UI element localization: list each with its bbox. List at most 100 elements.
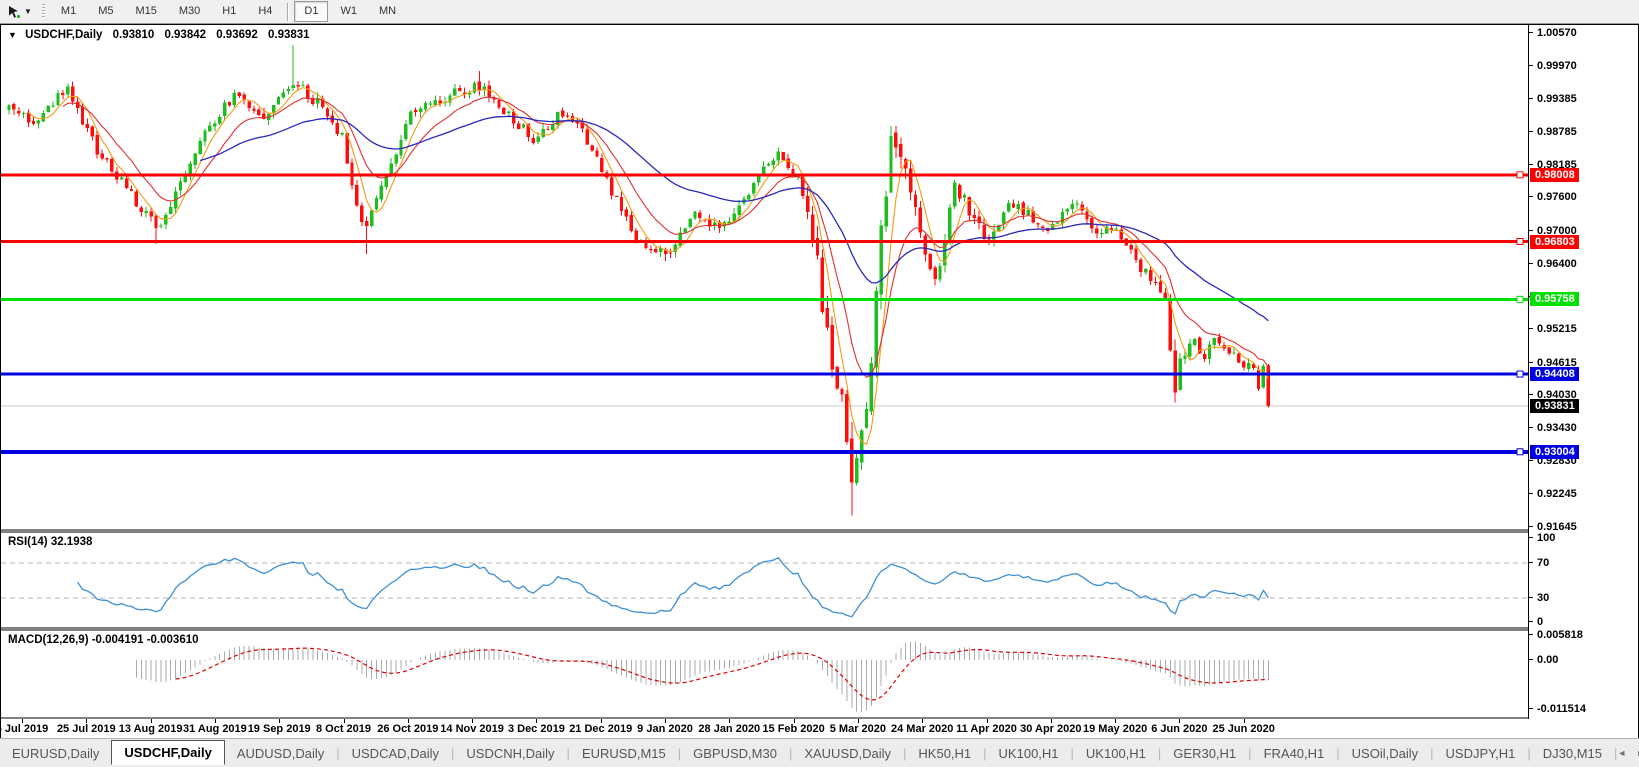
tab-scroll-arrows: ◄► — [1617, 748, 1639, 758]
line-anchor-square — [1516, 370, 1524, 378]
time-axis-tick-label: 8 Oct 2019 — [315, 723, 372, 735]
ohlc-close: 0.93831 — [268, 29, 310, 41]
time-axis[interactable]: 6 Jul 2019 25 Jul 2019 13 Aug 2019 31 Aug 2… — [0, 719, 1528, 738]
time-axis-tick-label: 14 Nov 2019 — [440, 723, 504, 735]
chart-tab-xauusd-daily[interactable]: XAUUSD,Daily — [792, 742, 903, 765]
macd-axis-tick: 0.005818 — [1529, 629, 1638, 641]
chart-tab-dj30-m15[interactable]: DJ30,M15 — [1531, 742, 1614, 765]
bull-candle-wicks — [8, 45, 1264, 486]
time-axis-tick-label: 26 Oct 2019 — [377, 723, 439, 735]
chart-tab-gbpusd-m30[interactable]: GBPUSD,M30 — [681, 742, 789, 765]
time-axis-tick-label: 6 Jul 2019 — [0, 723, 49, 735]
tick-mark — [1529, 196, 1533, 198]
ohlc-open: 0.93810 — [112, 29, 155, 41]
tick-mark — [1529, 164, 1533, 165]
rsi-indicator-label: RSI(14) 32.1938 — [8, 536, 93, 548]
chart-tab-usdjpy-h1[interactable]: USDJPY,H1 — [1434, 742, 1528, 765]
timeframe-button-w1[interactable]: W1 — [330, 1, 367, 22]
chart-tab-usdcad-daily[interactable]: USDCAD,Daily — [340, 742, 451, 765]
chart-tab-hk50-h1[interactable]: HK50,H1 — [906, 742, 983, 765]
rsi-axis-tick: 30 — [1529, 592, 1638, 604]
rsi-axis-tick-label: 0 — [1537, 616, 1544, 628]
price-axis-tick: 0.93430 — [1529, 422, 1638, 434]
chart-tab-bar: EURUSD,Daily USDCHF,Daily AUDUSD,Daily | USD… — [0, 738, 1639, 767]
price-axis-tick: 1.00570 — [1529, 27, 1638, 39]
cursor-icon — [9, 5, 21, 18]
price-line-label: 0.95758 — [1530, 292, 1579, 307]
timeframe-button-m15[interactable]: M15 — [125, 1, 166, 22]
chart-menu-icon[interactable]: ▼ — [8, 30, 17, 40]
timeframe-toolbar: M1 M5 M15 M30 H1 H4 D1 W1 MN — [50, 1, 407, 22]
time-axis-tick-label: 11 Apr 2020 — [956, 723, 1017, 735]
current-price-label: 0.93831 — [1530, 399, 1579, 413]
price-line-label: 0.98008 — [1530, 167, 1579, 182]
chart-tab-uk100-h1[interactable]: UK100,H1 — [1074, 742, 1158, 765]
tick-mark — [1529, 460, 1533, 462]
line-anchor-square — [1516, 171, 1524, 179]
chart-tab-uk100-h1[interactable]: UK100,H1 — [987, 742, 1071, 765]
price-axis-tick-label: 1.00570 — [1537, 27, 1577, 39]
timeframe-button-d1[interactable]: D1 — [294, 1, 329, 22]
chart-tab-usdchf-daily[interactable]: USDCHF,Daily — [111, 740, 225, 765]
bear-candle-wicks — [13, 71, 1269, 516]
chart-canvas[interactable] — [1, 25, 1528, 719]
chart-tab-ger30-h1[interactable]: GER30,H1 — [1161, 742, 1248, 765]
chart-tab-usoil-daily[interactable]: USOil,Daily — [1340, 742, 1430, 765]
rsi-line — [77, 556, 1269, 618]
macd-histogram — [135, 641, 1269, 713]
price-axis-tick: 0.99385 — [1529, 93, 1638, 105]
price-axis-tick: 0.98785 — [1529, 126, 1638, 138]
toolbar-drag-handle[interactable] — [41, 4, 45, 19]
line-anchor-square — [1516, 238, 1524, 246]
tick-mark — [1529, 708, 1533, 710]
rsi-axis-tick-label: 70 — [1537, 557, 1550, 569]
tick-mark — [1529, 65, 1533, 67]
tick-mark — [1529, 229, 1533, 231]
price-axis-tick-label: 0.99970 — [1537, 60, 1577, 73]
price-axis-tick: 0.99970 — [1529, 60, 1638, 72]
tick-mark — [1529, 393, 1533, 395]
price-axis-tick: 0.95215 — [1529, 323, 1638, 335]
tick-mark — [1529, 634, 1533, 635]
price-axis-tick-label: 0.98785 — [1537, 125, 1577, 138]
time-axis-tick-label: 9 Jan 2020 — [637, 723, 693, 735]
timeframe-button-mn[interactable]: MN — [369, 1, 406, 22]
chevron-down-icon: ▼ — [24, 7, 32, 16]
time-axis-tick-label: 31 Aug 2019 — [182, 723, 247, 735]
chart-tabs: EURUSD,Daily USDCHF,Daily AUDUSD,Daily | USD… — [0, 740, 1617, 765]
macd-axis-tick: -0.011514 — [1529, 703, 1638, 715]
timeframe-button-h4[interactable]: H4 — [248, 1, 282, 22]
chart-tab-eurusd-m15[interactable]: EURUSD,M15 — [570, 742, 678, 765]
cursor-tool-button[interactable]: ▼ — [2, 2, 37, 21]
tick-mark — [1529, 597, 1533, 598]
time-axis-tick-label: 13 Aug 2019 — [118, 723, 183, 735]
timeframe-button-m5[interactable]: M5 — [88, 1, 123, 22]
chart-tab-usdcnh-daily[interactable]: USDCNH,Daily — [454, 742, 566, 765]
price-axis[interactable]: 1.00570 0.99970 0.99385 0.98785 0.98185 0.976… — [1528, 25, 1638, 719]
chart-symbol: USDCHF,Daily — [25, 29, 103, 41]
rsi-axis-tick: 0 — [1529, 616, 1638, 628]
macd-axis-tick-label: -0.011514 — [1537, 703, 1586, 716]
ma-line-5 — [28, 87, 1269, 446]
price-axis-tick-label: 0.99385 — [1537, 92, 1577, 105]
tab-scroll-left-icon[interactable]: ◄ — [1617, 748, 1636, 758]
tick-mark — [1529, 427, 1533, 429]
price-axis-tick-label: 0.93430 — [1537, 422, 1577, 435]
tick-mark — [1529, 659, 1533, 660]
chart-tab-fra40-h1[interactable]: FRA40,H1 — [1252, 742, 1337, 765]
timeframe-button-m1[interactable]: M1 — [51, 1, 86, 22]
chart-title-overlay: ▼ USDCHF,Daily 0.93810 0.93842 0.93692 0… — [8, 29, 317, 41]
time-axis-tick-label: 21 Dec 2019 — [569, 723, 633, 735]
price-line-label: 0.94408 — [1530, 367, 1579, 382]
timeframe-button-m30[interactable]: M30 — [169, 1, 210, 22]
price-axis-tick-label: 0.92245 — [1537, 487, 1577, 500]
timeframe-button-h1[interactable]: H1 — [212, 1, 246, 22]
tick-mark — [1529, 361, 1533, 363]
price-axis-tick-label: 0.96400 — [1537, 257, 1577, 270]
time-axis-tick-label: 5 Mar 2020 — [829, 723, 887, 735]
rsi-axis-tick-label: 30 — [1537, 592, 1550, 604]
chart-tab-eurusd-daily[interactable]: EURUSD,Daily — [0, 742, 111, 765]
chart-tab-audusd-daily[interactable]: AUDUSD,Daily — [225, 742, 336, 765]
line-anchor-square — [1516, 448, 1524, 456]
tick-mark — [1529, 130, 1533, 132]
